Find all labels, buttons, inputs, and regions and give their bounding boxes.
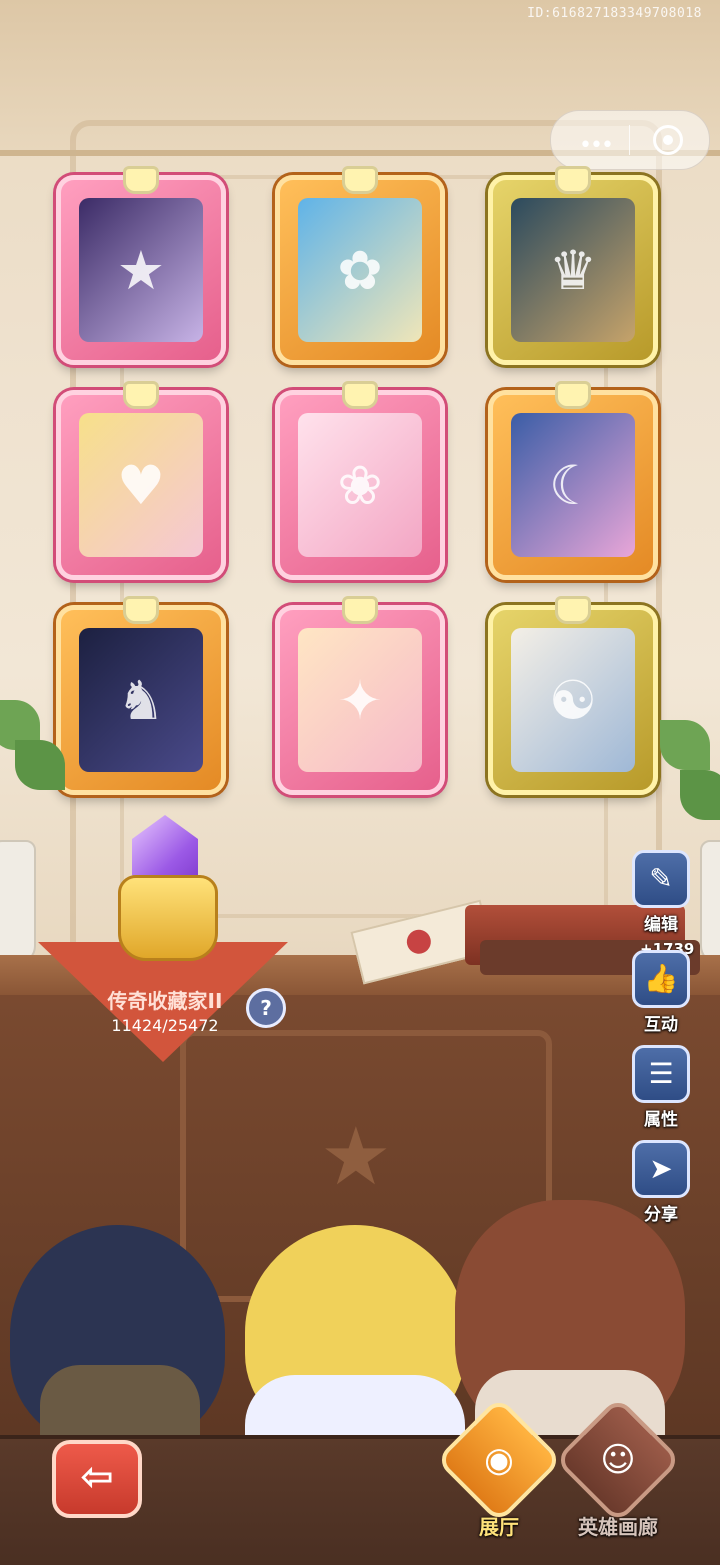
hero-frame-5[interactable]: ❀	[275, 381, 445, 580]
frame-gem	[123, 381, 159, 409]
heroes-badge: ☺	[554, 1396, 682, 1524]
attributes-button[interactable]: ☰ 属性	[630, 1045, 692, 1130]
attributes-label: 属性	[644, 1110, 678, 1130]
hero-frame-9[interactable]: ☯	[488, 596, 658, 795]
wax-seal-icon	[404, 927, 434, 957]
hero-portrait: ♥	[79, 413, 203, 557]
tab-hero-gallery[interactable]: ☺ 英雄画廊	[554, 1396, 682, 1540]
character-cat-ears	[455, 1200, 685, 1440]
hero-frame-6[interactable]: ☾	[488, 381, 658, 580]
collector-progress: 11424/25472	[111, 1016, 219, 1035]
plant-right	[660, 710, 720, 840]
hero-face-icon: ☺	[600, 1440, 636, 1480]
trophy[interactable]	[110, 815, 220, 965]
frame-gem	[555, 166, 591, 194]
hero-portrait: ❀	[298, 413, 422, 557]
hero-frame-3[interactable]: ♛	[488, 166, 658, 365]
frame-gem	[123, 596, 159, 624]
hero-frame-2[interactable]: ✿	[275, 166, 445, 365]
trophy-cup-icon	[118, 875, 218, 961]
help-button[interactable]: ?	[246, 988, 286, 1028]
capsule-divider	[629, 125, 630, 155]
interact-button[interactable]: 👍 互动	[630, 950, 692, 1035]
frame-gem	[342, 381, 378, 409]
edit-icon: ✎	[632, 850, 690, 908]
leaf	[15, 740, 65, 790]
character-yellow-hair	[245, 1225, 465, 1455]
leaf	[660, 720, 710, 770]
user-id: ID:616827183349708018	[527, 6, 702, 21]
edit-button[interactable]: ✎ 编辑	[630, 850, 692, 935]
back-button[interactable]: ⇦	[52, 1440, 142, 1518]
miniprogram-capsule[interactable]: •••	[550, 110, 710, 170]
tab-gallery[interactable]: ◉ 展厅	[435, 1396, 563, 1540]
collector-title: 传奇收藏家II	[107, 989, 223, 1013]
hero-frame-7[interactable]: ♞	[56, 596, 226, 795]
hero-frame-8[interactable]: ✦	[275, 596, 445, 795]
plant-left	[0, 690, 70, 820]
frame-gem	[342, 166, 378, 194]
frame-gem	[123, 166, 159, 194]
vase-right	[700, 840, 720, 964]
hero-portrait: ♛	[511, 198, 635, 342]
character-blue-hood	[10, 1225, 225, 1465]
interact-label: 互动	[644, 1015, 678, 1035]
frame-gem	[555, 596, 591, 624]
edit-label: 编辑	[644, 915, 678, 935]
desk-star-icon: ★	[320, 1110, 392, 1203]
leaf	[680, 770, 720, 820]
hero-portrait: ☯	[511, 628, 635, 772]
frame-gem	[555, 381, 591, 409]
hero-frame-4[interactable]: ♥	[56, 381, 226, 580]
more-dots-icon[interactable]: •••	[579, 133, 614, 158]
hero-portrait: ✿	[298, 198, 422, 342]
share-button[interactable]: ➤ 分享	[630, 1140, 692, 1225]
list-icon: ☰	[632, 1045, 690, 1103]
hero-portrait: ★	[79, 198, 203, 342]
hero-portrait: ✦	[298, 628, 422, 772]
frame-gem	[342, 596, 378, 624]
hero-portrait: ♞	[79, 628, 203, 772]
eye-emblem-icon: ◉	[484, 1440, 514, 1480]
target-circle-icon[interactable]	[653, 125, 683, 155]
gallery-badge: ◉	[435, 1396, 563, 1524]
thumbs-up-icon: 👍	[632, 950, 690, 1008]
paper-plane-icon: ➤	[632, 1140, 690, 1198]
hero-portrait: ☾	[511, 413, 635, 557]
hero-frame-1[interactable]: ★	[56, 166, 226, 365]
vase-left	[0, 840, 36, 964]
back-arrow-icon: ⇦	[80, 1454, 114, 1500]
